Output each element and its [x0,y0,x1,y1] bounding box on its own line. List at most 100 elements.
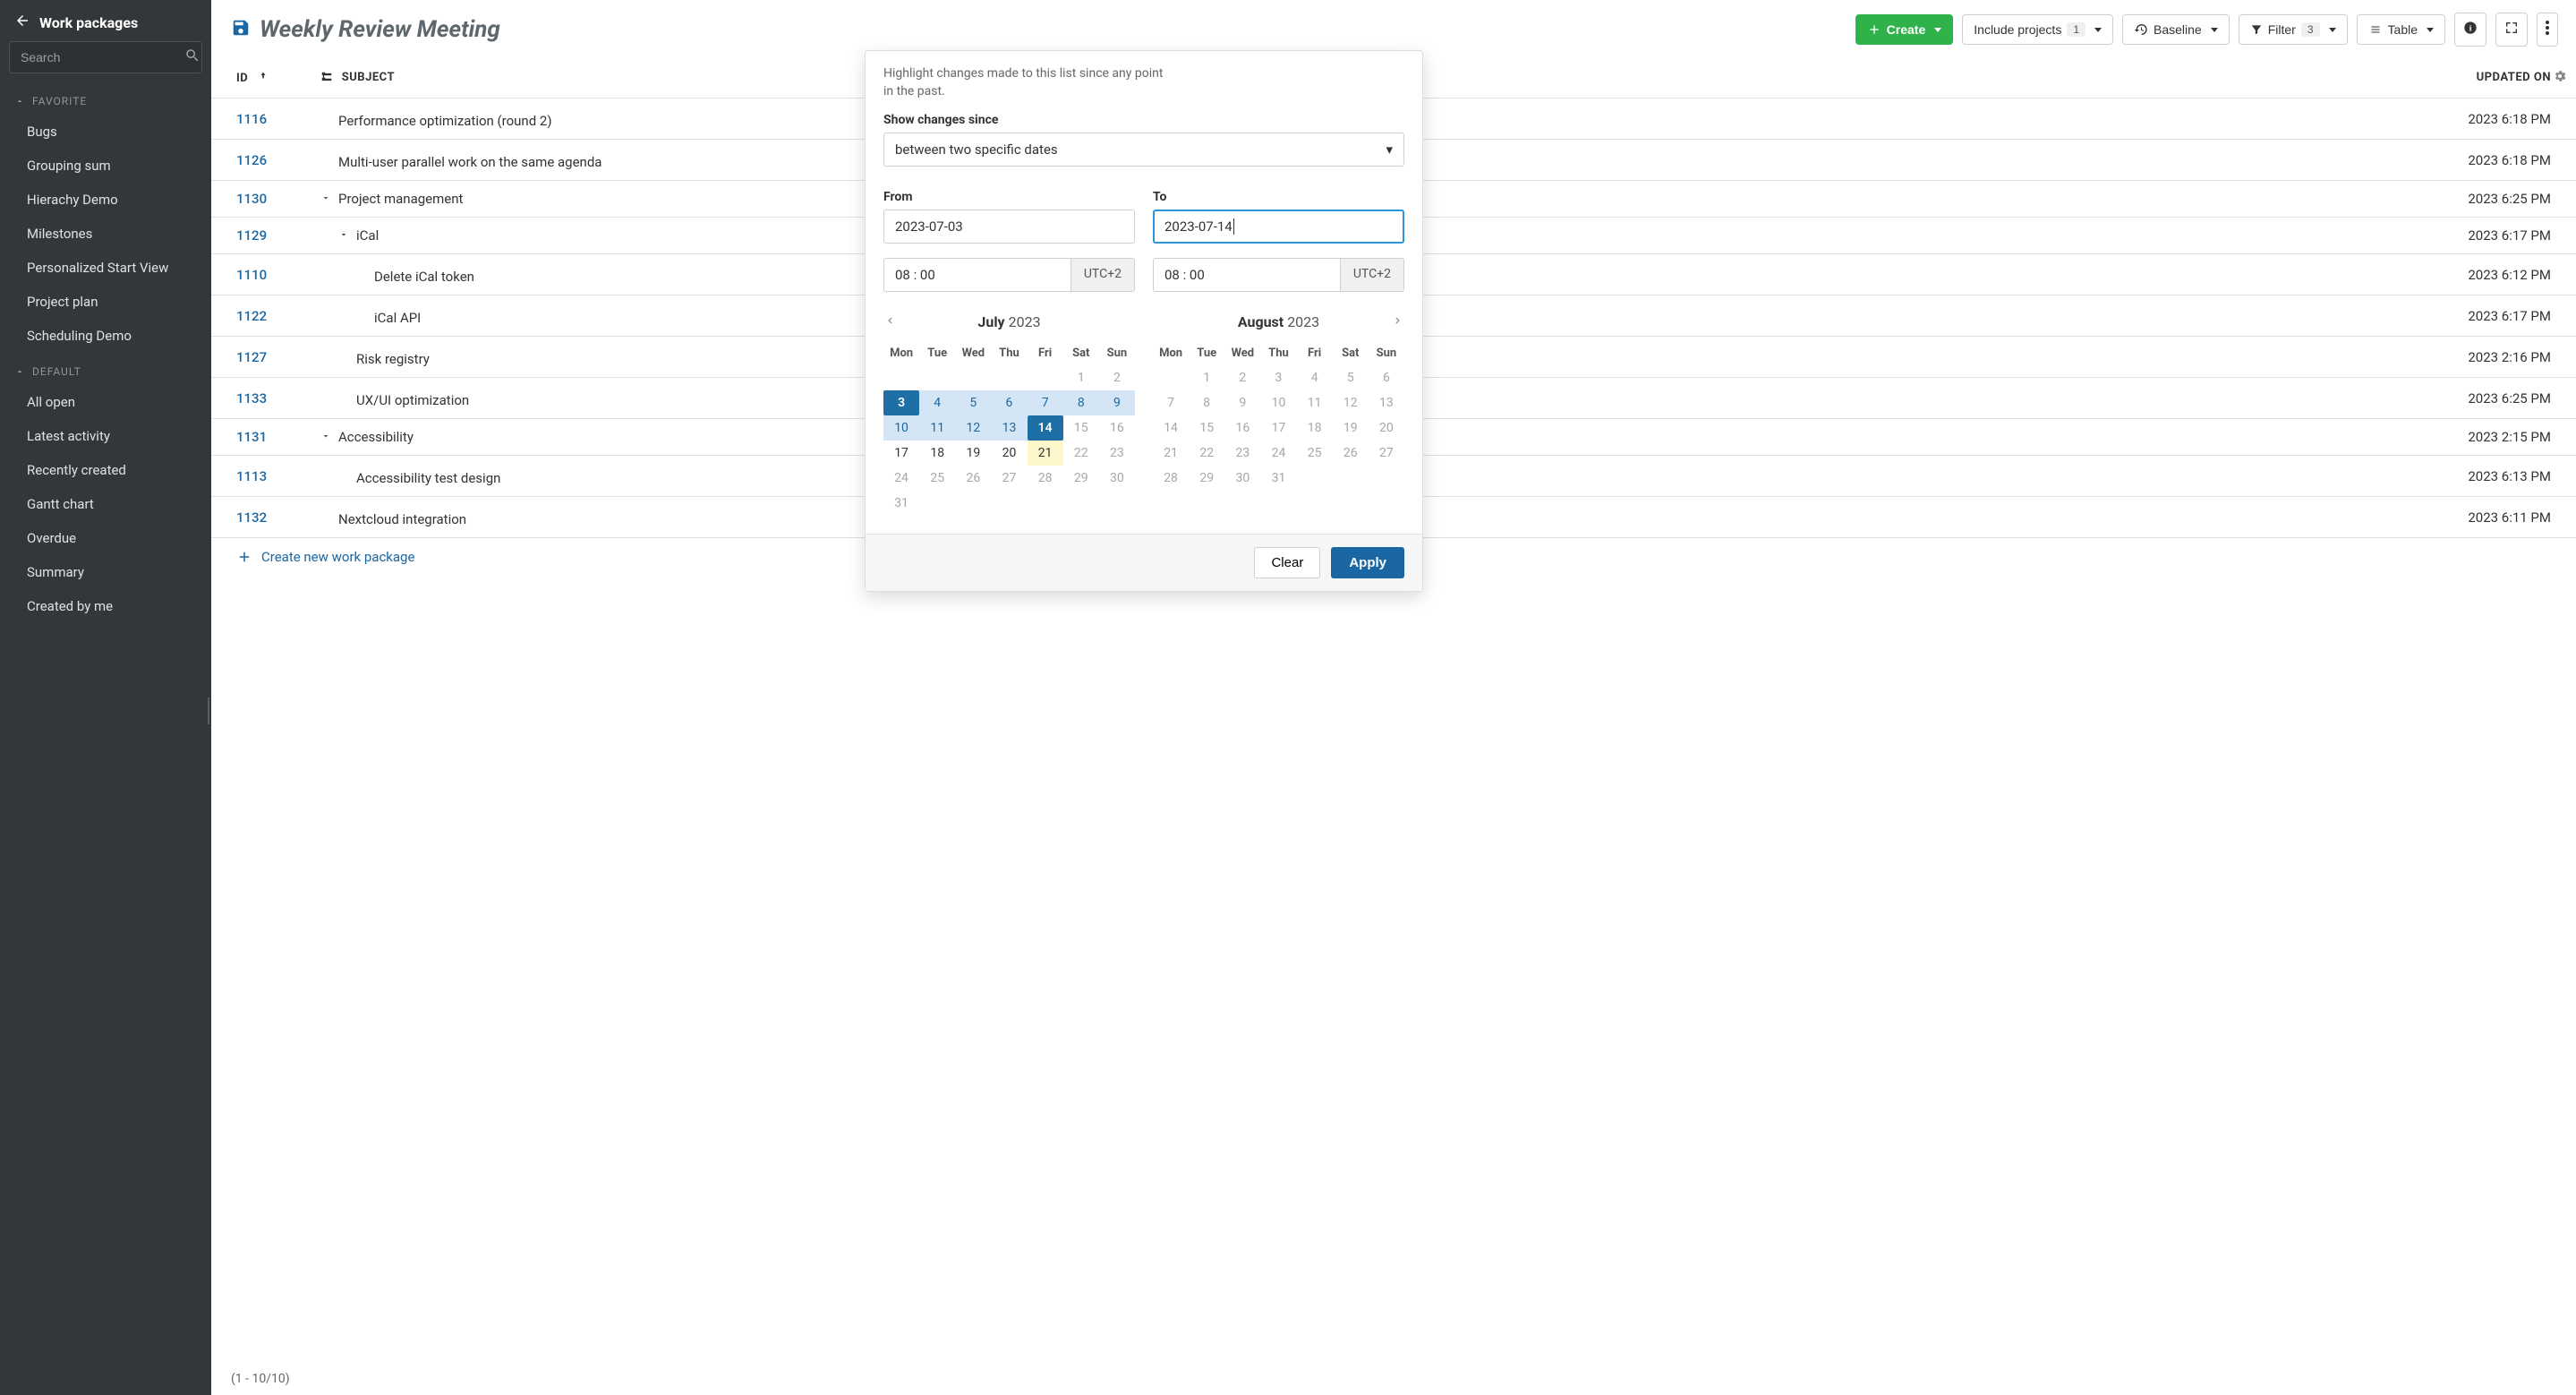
sidebar-search[interactable] [9,41,202,73]
calendar-day[interactable]: 31 [1260,466,1296,491]
from-time-input[interactable]: 08 : 00 UTC+2 [883,258,1135,292]
calendar-day[interactable]: 2 [1099,365,1135,390]
work-package-id[interactable]: 1131 [211,419,310,456]
calendar-day[interactable]: 14 [1153,415,1189,441]
calendar-day[interactable]: 20 [1369,415,1404,441]
more-icon[interactable] [2537,13,2558,47]
calendar-day[interactable]: 6 [1369,365,1404,390]
calendar-day[interactable]: 1 [1189,365,1224,390]
calendar-day[interactable]: 30 [1099,466,1135,491]
work-package-id[interactable]: 1122 [211,295,310,337]
chevron-down-icon[interactable] [320,191,335,207]
work-package-id[interactable]: 1133 [211,378,310,419]
calendar-day[interactable]: 18 [919,441,955,466]
calendar-next-icon[interactable] [1392,313,1404,330]
chevron-down-icon[interactable] [320,429,335,445]
calendar-day[interactable]: 2 [1224,365,1260,390]
fullscreen-icon[interactable] [2495,13,2528,47]
calendar-day[interactable]: 16 [1224,415,1260,441]
work-package-id[interactable]: 1110 [211,254,310,295]
calendar-day[interactable]: 11 [919,415,955,441]
from-date-input[interactable]: 2023-07-03 [883,210,1135,244]
calendar-day[interactable]: 26 [1333,441,1369,466]
calendar-day[interactable]: 15 [1189,415,1224,441]
calendar-day[interactable]: 17 [1260,415,1296,441]
clear-button[interactable]: Clear [1254,547,1320,578]
calendar-day[interactable]: 26 [955,466,991,491]
calendar-day[interactable]: 1 [1063,365,1099,390]
to-time-input[interactable]: 08 : 00 UTC+2 [1153,258,1404,292]
calendar-day[interactable]: 21 [1028,441,1063,466]
back-icon[interactable] [14,13,30,32]
apply-button[interactable]: Apply [1331,547,1404,578]
calendar-day[interactable]: 14 [1028,415,1063,441]
calendar-day[interactable]: 12 [955,415,991,441]
sidebar-item[interactable]: Created by me [0,589,211,623]
to-date-input[interactable]: 2023-07-14 [1153,210,1404,244]
work-package-id[interactable]: 1127 [211,337,310,378]
chevron-down-icon[interactable] [338,227,353,244]
calendar-day[interactable]: 3 [1260,365,1296,390]
calendar-day[interactable]: 29 [1189,466,1224,491]
configure-columns-icon[interactable] [2553,69,2567,87]
calendar-day[interactable]: 25 [919,466,955,491]
column-header-id[interactable]: ID [211,56,310,98]
calendar-prev-icon[interactable] [883,313,896,330]
calendar-day[interactable]: 22 [1189,441,1224,466]
calendar-day[interactable]: 5 [1333,365,1369,390]
work-package-id[interactable]: 1129 [211,218,310,254]
work-package-id[interactable]: 1116 [211,98,310,140]
calendar-day[interactable]: 7 [1153,390,1189,415]
calendar-day[interactable]: 6 [991,390,1027,415]
sidebar-item[interactable]: Grouping sum [0,149,211,183]
calendar-day[interactable]: 3 [883,390,919,415]
sidebar-item[interactable]: Project plan [0,285,211,319]
calendar-day[interactable]: 10 [883,415,919,441]
create-button[interactable]: Create [1855,14,1954,45]
sidebar-item[interactable]: Milestones [0,217,211,251]
sidebar-item[interactable]: Summary [0,555,211,589]
sidebar-item[interactable]: Bugs [0,115,211,149]
calendar-day[interactable]: 9 [1099,390,1135,415]
calendar-day[interactable]: 24 [1260,441,1296,466]
calendar-day[interactable]: 9 [1224,390,1260,415]
sidebar-item[interactable]: All open [0,385,211,419]
calendar-day[interactable]: 30 [1224,466,1260,491]
calendar-day[interactable]: 13 [1369,390,1404,415]
baseline-button[interactable]: Baseline [2122,14,2230,45]
calendar-day[interactable]: 11 [1297,390,1333,415]
calendar-day[interactable]: 25 [1297,441,1333,466]
calendar-day[interactable]: 15 [1063,415,1099,441]
work-package-id[interactable]: 1132 [211,497,310,538]
filter-button[interactable]: Filter 3 [2239,14,2348,45]
info-icon[interactable]: i [2454,13,2486,47]
calendar-day[interactable]: 16 [1099,415,1135,441]
sidebar-item[interactable]: Hierachy Demo [0,183,211,217]
calendar-day[interactable]: 7 [1028,390,1063,415]
work-package-id[interactable]: 1130 [211,181,310,218]
calendar-day[interactable]: 4 [919,390,955,415]
baseline-mode-select[interactable]: between two specific dates ▾ [883,133,1404,167]
sidebar-item[interactable]: Gantt chart [0,487,211,521]
calendar-day[interactable]: 23 [1099,441,1135,466]
calendar-day[interactable]: 21 [1153,441,1189,466]
sidebar-item[interactable]: Scheduling Demo [0,319,211,353]
calendar-day[interactable]: 29 [1063,466,1099,491]
calendar-day[interactable]: 5 [955,390,991,415]
save-icon[interactable] [231,18,251,41]
sidebar-item[interactable]: Recently created [0,453,211,487]
calendar-day[interactable]: 27 [1369,441,1404,466]
calendar-day[interactable]: 8 [1063,390,1099,415]
calendar-day[interactable]: 18 [1297,415,1333,441]
calendar-day[interactable]: 10 [1260,390,1296,415]
sidebar-item[interactable]: Personalized Start View [0,251,211,285]
calendar-day[interactable]: 19 [1333,415,1369,441]
nav-group-header[interactable]: DEFAULT [0,353,211,385]
calendar-day[interactable]: 13 [991,415,1027,441]
include-projects-button[interactable]: Include projects 1 [1962,14,2113,45]
calendar-day[interactable]: 4 [1297,365,1333,390]
work-package-id[interactable]: 1126 [211,140,310,181]
sidebar-item[interactable]: Latest activity [0,419,211,453]
nav-group-header[interactable]: FAVORITE [0,82,211,115]
calendar-day[interactable]: 8 [1189,390,1224,415]
